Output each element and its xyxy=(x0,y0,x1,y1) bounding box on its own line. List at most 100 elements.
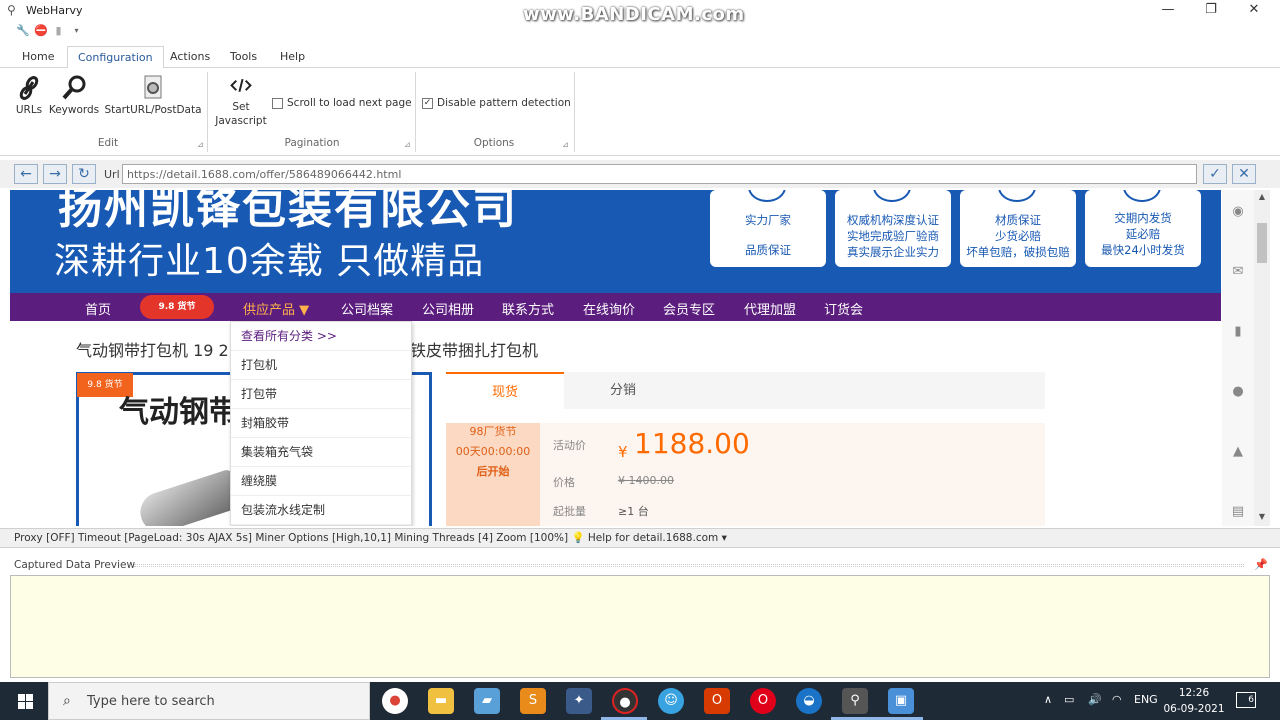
checkbox-box[interactable] xyxy=(272,97,283,109)
tab-configuration[interactable]: Configuration xyxy=(67,46,164,69)
scroll-up-icon[interactable]: ▲ xyxy=(1257,192,1267,201)
taskbar-clock[interactable]: 12:26 06-09-2021 xyxy=(1163,685,1225,717)
keywords-button[interactable]: Keywords xyxy=(48,74,100,116)
scroll-down-icon[interactable]: ▼ xyxy=(1257,512,1267,521)
tab-home[interactable]: Home xyxy=(12,46,64,68)
language-indicator[interactable]: ENG xyxy=(1134,693,1158,706)
chrome-icon[interactable]: ● xyxy=(382,688,408,714)
urls-button[interactable]: URLs xyxy=(12,74,46,116)
volume-icon[interactable]: 🔊 xyxy=(1088,693,1102,706)
scroll-thumb[interactable] xyxy=(1257,223,1267,263)
set-javascript-button[interactable]: Set Javascript xyxy=(214,76,268,128)
checkmark-icon[interactable]: ✓ xyxy=(422,97,433,109)
notes-app-icon[interactable]: ▰ xyxy=(474,688,500,714)
dropdown-item[interactable]: 打包带 xyxy=(231,380,411,409)
tab-help[interactable]: Help xyxy=(270,46,315,68)
menu-home[interactable]: 首页 xyxy=(85,299,111,318)
menu-agent[interactable]: 代理加盟 xyxy=(744,299,796,318)
sale-mode-tabs: 现货 分销 xyxy=(446,372,1045,409)
opera-icon[interactable]: O xyxy=(750,688,776,714)
notes-icon[interactable]: ▤ xyxy=(1230,504,1246,520)
ribbon-panel: URLs Keywords StartURL/PostData Edit ⊿ S… xyxy=(0,68,1280,156)
chat-app-icon[interactable]: ☺ xyxy=(658,688,684,714)
webharvy-taskbar-icon[interactable]: ⚲ xyxy=(842,688,868,714)
minimize-button[interactable]: — xyxy=(1146,0,1190,20)
refresh-icon[interactable]: ↻ xyxy=(72,164,96,184)
disable-pattern-detection-checkbox[interactable]: ✓ Disable pattern detection xyxy=(422,97,571,109)
forward-arrow-icon[interactable]: → xyxy=(43,164,67,184)
promo-badge[interactable]: 9.8 货节 xyxy=(140,295,214,319)
wrench-icon[interactable]: 🔧 xyxy=(16,24,30,37)
menu-contact[interactable]: 联系方式 xyxy=(502,299,554,318)
cancel-x-icon[interactable]: ✕ xyxy=(1232,164,1256,184)
tab-spot[interactable]: 现货 xyxy=(446,372,564,409)
moq-label: 起批量 xyxy=(553,505,586,518)
bell-icon[interactable]: ▲ xyxy=(1230,444,1246,460)
browser-viewport[interactable]: 扬州凯锋包装有限公司 深耕行业10余载 只做精品 实力厂家 品质保证 权威机构深… xyxy=(10,190,1221,526)
close-button[interactable]: ✕ xyxy=(1232,0,1276,20)
promise-card: 交期内发货 延必赔 最快24小时发货 xyxy=(1085,190,1201,267)
tool-app-icon[interactable]: ✦ xyxy=(566,688,592,714)
url-input[interactable]: https://detail.1688.com/offer/5864890664… xyxy=(122,164,1197,184)
edit-dialog-launcher-icon[interactable]: ⊿ xyxy=(197,140,204,149)
vertical-scrollbar[interactable]: ▲ ▼ xyxy=(1254,190,1270,526)
menu-profile[interactable]: 公司档案 xyxy=(341,299,393,318)
company-name: 扬州凯锋包装有限公司 xyxy=(58,190,518,234)
back-arrow-icon[interactable]: ← xyxy=(14,164,38,184)
product-title-continued: 铁皮带捆扎打包机 xyxy=(410,341,539,360)
page-side-rail: ◉ ✉ ▮ ● ▲ ▤ xyxy=(1222,190,1254,526)
start-url-postdata-button[interactable]: StartURL/PostData xyxy=(104,74,202,116)
currency-symbol: ¥ xyxy=(618,443,628,461)
mail-icon[interactable]: ✉ xyxy=(1230,264,1246,280)
tab-actions[interactable]: Actions xyxy=(160,46,220,68)
lock-icon[interactable]: ▮ xyxy=(52,24,65,37)
taskbar-search[interactable]: ⌕ Type here to search xyxy=(48,682,370,720)
captured-data-preview-header: Captured Data Preview 📌 xyxy=(0,556,1280,574)
options-group-label: Options xyxy=(473,137,515,149)
help-link[interactable]: Help for detail.1688.com ▾ xyxy=(588,532,727,544)
pin-icon[interactable]: 📌 xyxy=(1254,556,1268,574)
notification-center-icon[interactable]: 6 xyxy=(1236,692,1256,708)
pagination-group-label: Pagination xyxy=(284,137,340,149)
dropdown-item[interactable]: 包装流水线定制 xyxy=(231,496,411,525)
browser-app-icon[interactable]: ◒ xyxy=(796,688,822,714)
file-explorer-icon[interactable]: ▬ xyxy=(428,688,454,714)
document-gear-icon xyxy=(144,75,162,99)
dropdown-item[interactable]: 打包机 xyxy=(231,351,411,380)
bookmark-icon[interactable]: ▮ xyxy=(1230,324,1246,340)
chevron-up-icon[interactable]: ∧ xyxy=(1044,693,1052,706)
windows-start-icon[interactable] xyxy=(0,682,48,720)
dropdown-item[interactable]: 封箱胶带 xyxy=(231,409,411,438)
dropdown-item[interactable]: 集装箱充气袋 xyxy=(231,438,411,467)
tab-tools[interactable]: Tools xyxy=(220,46,267,68)
menu-inquiry[interactable]: 在线询价 xyxy=(583,299,635,318)
battery-icon[interactable]: ▭ xyxy=(1064,693,1074,706)
wifi-icon[interactable]: ◠ xyxy=(1112,693,1122,706)
office-icon[interactable]: O xyxy=(704,688,730,714)
code-brackets-icon xyxy=(230,78,252,92)
menu-order-fair[interactable]: 订货会 xyxy=(824,299,863,318)
tab-distribution[interactable]: 分销 xyxy=(564,372,682,409)
captured-data-preview-pane[interactable] xyxy=(10,575,1270,678)
badge-icon xyxy=(873,190,911,202)
menu-members[interactable]: 会员专区 xyxy=(663,299,715,318)
qat-dropdown-icon[interactable]: ▾ xyxy=(70,24,83,37)
photos-icon[interactable]: ▣ xyxy=(888,688,914,714)
options-dialog-launcher-icon[interactable]: ⊿ xyxy=(562,140,569,149)
customer-service-icon[interactable]: ◉ xyxy=(1230,204,1246,220)
bandicam-record-icon[interactable]: ● xyxy=(612,688,638,714)
dropdown-item[interactable]: 缠绕膜 xyxy=(231,467,411,496)
menu-album[interactable]: 公司相册 xyxy=(422,299,474,318)
sublime-icon[interactable]: S xyxy=(520,688,546,714)
dropdown-item[interactable]: 查看所有分类 >> xyxy=(231,322,411,351)
footprint-icon[interactable]: ● xyxy=(1230,384,1246,400)
image-caption: 气动钢带 xyxy=(119,395,239,430)
menu-products[interactable]: 供应产品 ▼ xyxy=(243,299,309,318)
company-banner: 扬州凯锋包装有限公司 深耕行业10余载 只做精品 实力厂家 品质保证 权威机构深… xyxy=(10,190,1221,293)
pagination-dialog-launcher-icon[interactable]: ⊿ xyxy=(404,140,411,149)
scroll-to-load-checkbox[interactable]: Scroll to load next page xyxy=(272,97,412,109)
stop-icon[interactable]: ⛔ xyxy=(34,24,48,37)
go-check-icon[interactable]: ✓ xyxy=(1203,164,1227,184)
activity-price-label: 活动价 xyxy=(553,439,586,452)
maximize-button[interactable]: ❐ xyxy=(1189,0,1233,20)
